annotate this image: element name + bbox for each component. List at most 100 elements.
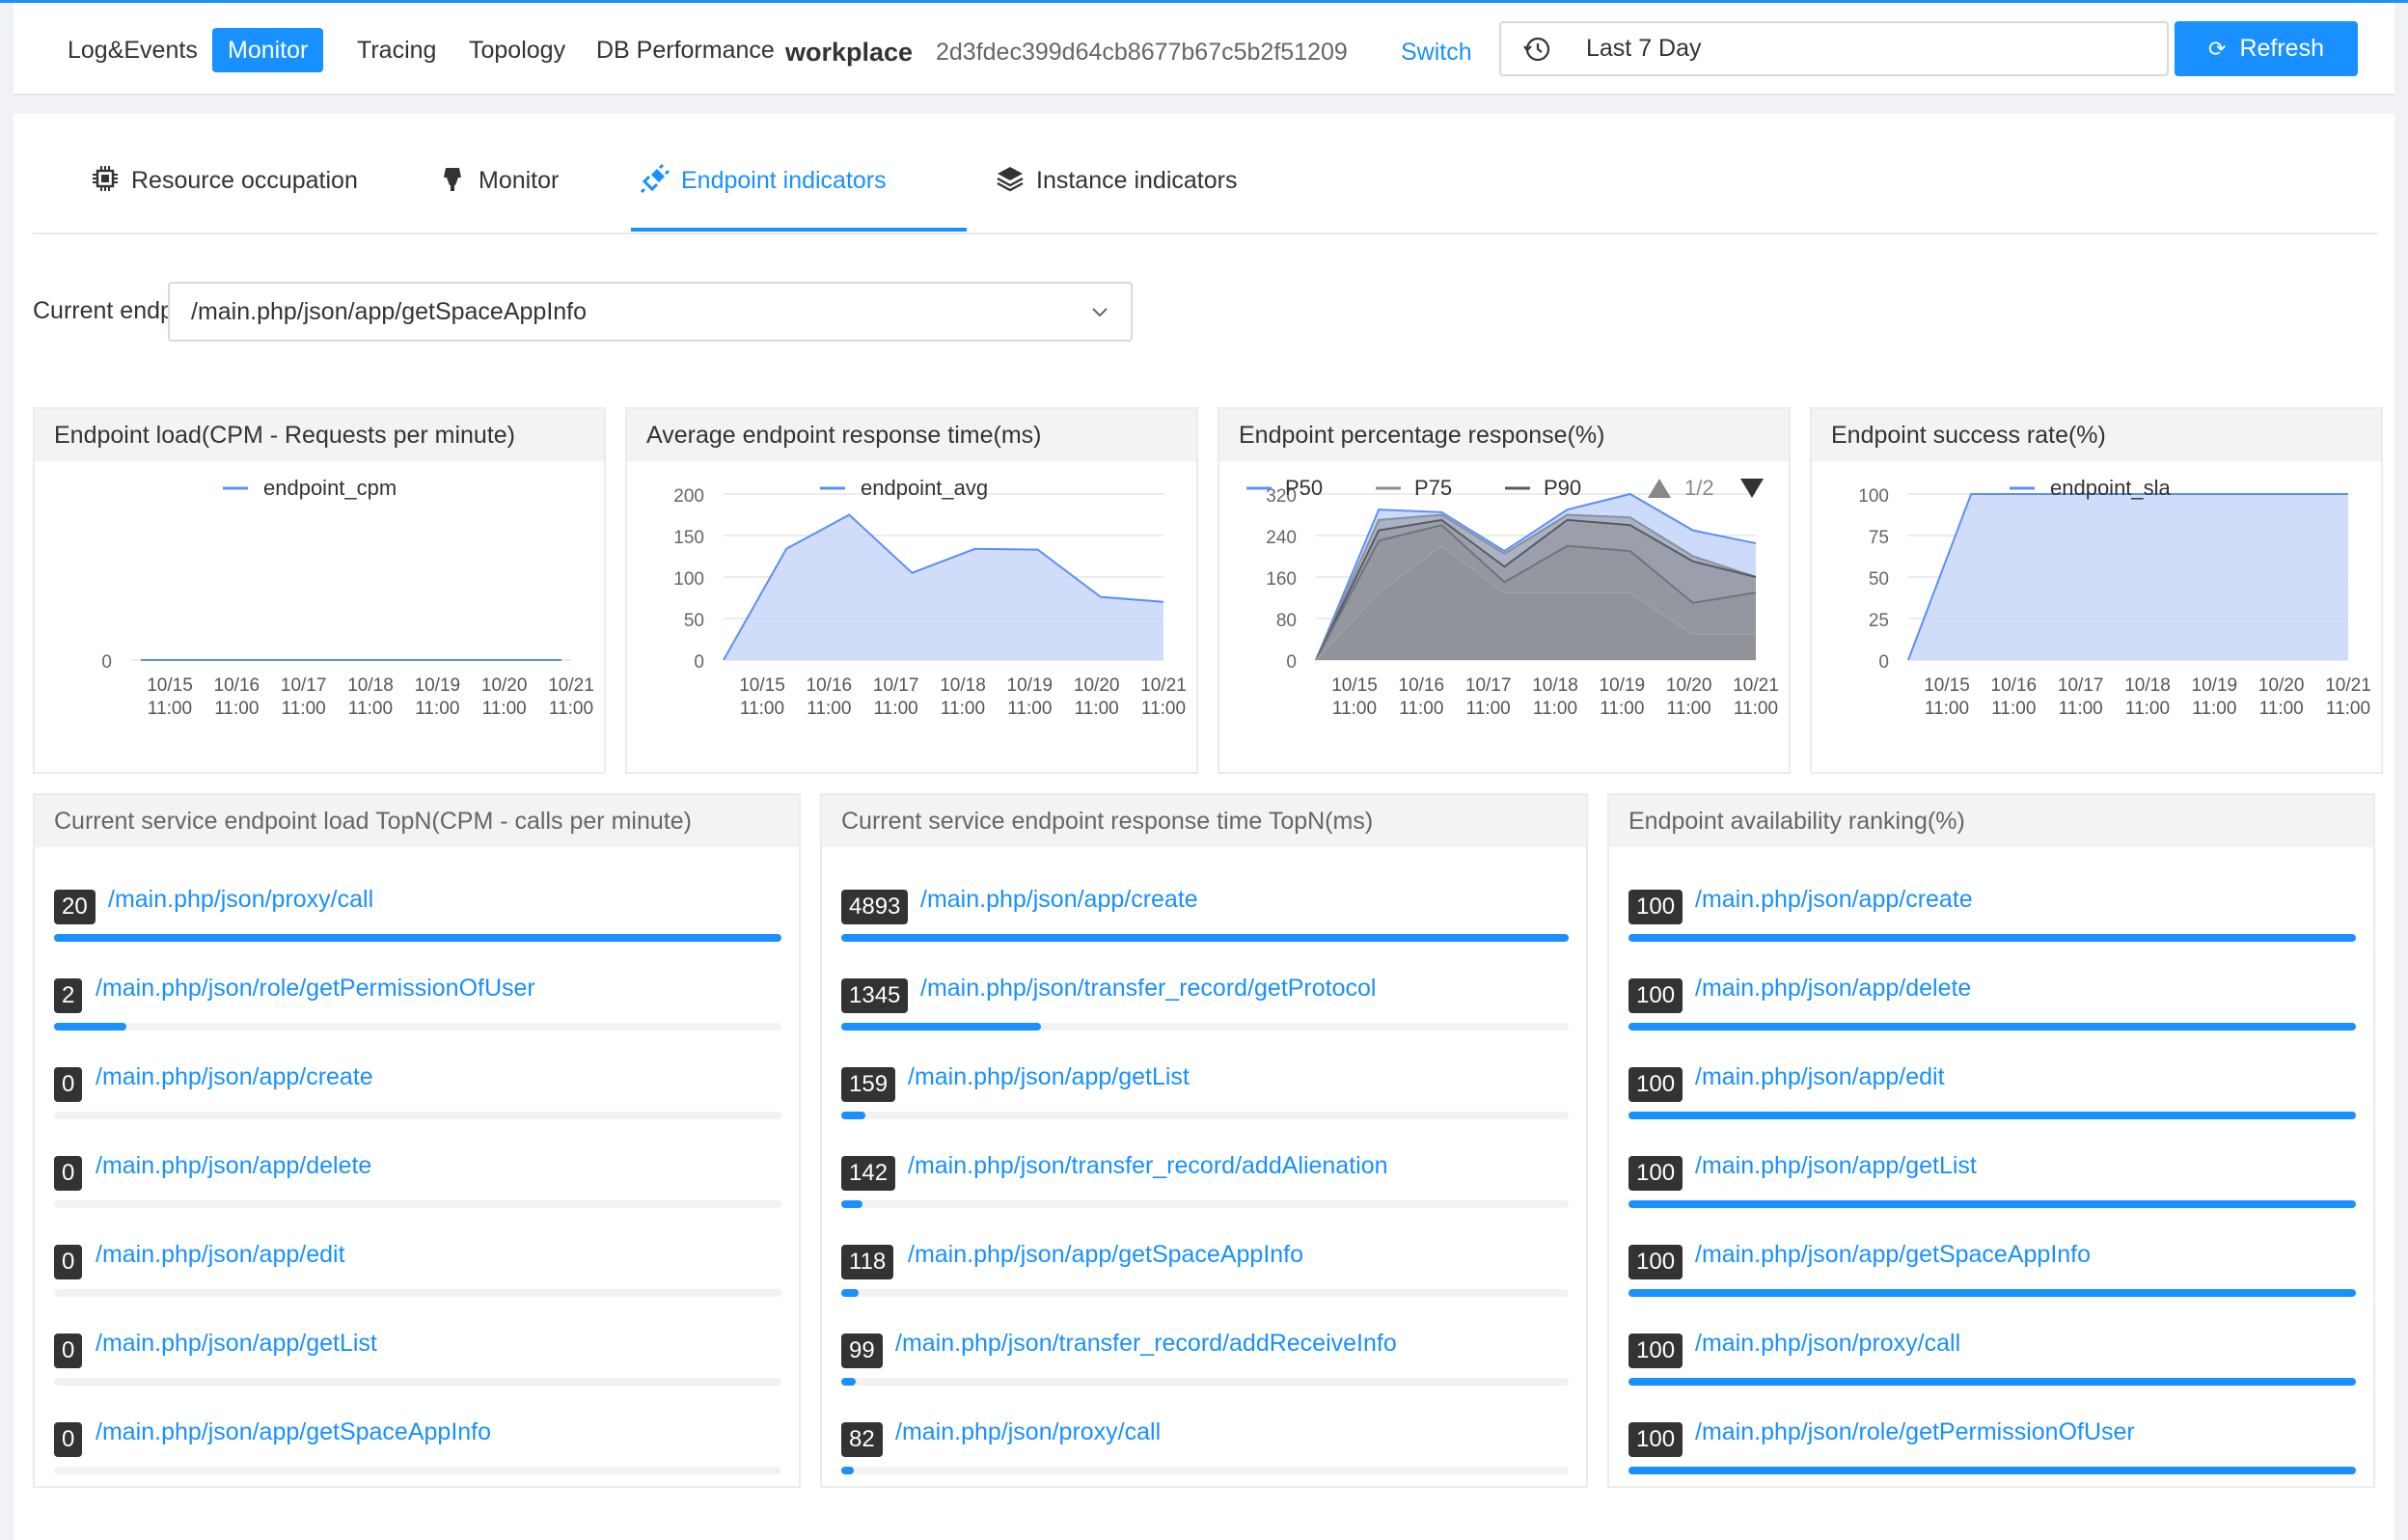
x-tick-label: 11:00	[1075, 699, 1119, 719]
x-tick-label: 11:00	[1466, 699, 1511, 719]
plug-icon	[641, 164, 670, 193]
x-tick-label: 10/15	[1924, 675, 1970, 696]
ranking-bar-fill	[841, 1467, 854, 1474]
x-tick-label: 10/20	[1666, 675, 1712, 696]
refresh-button[interactable]: ⟳ Refresh	[2175, 21, 2358, 76]
ranking-bar-track	[54, 934, 781, 942]
tab-endpoint-indicators[interactable]: Endpoint indicators	[641, 164, 887, 234]
ranking-value-badge: 0	[54, 1334, 83, 1368]
x-tick-label: 10/18	[1532, 675, 1578, 696]
ranking-endpoint-link[interactable]: /main.php/json/app/edit	[1695, 1063, 1945, 1091]
chart-title: Endpoint percentage response(%)	[1219, 409, 1789, 461]
ranking-bar-track	[1628, 1023, 2356, 1031]
ranking-bar-fill	[841, 934, 1569, 942]
ranking-endpoint-link[interactable]: /main.php/json/role/getPermissionOfUser	[1695, 1418, 2135, 1446]
workplace-label: workplace	[785, 38, 914, 67]
ranking-value-badge: 100	[1628, 978, 1683, 1013]
active-tab-indicator	[631, 228, 967, 232]
ranking-endpoint-link[interactable]: /main.php/json/app/delete	[96, 1152, 371, 1180]
ranking-bar-track	[841, 1200, 1569, 1208]
y-tick-label: 25	[1869, 611, 1889, 631]
ranking-value-badge: 0	[54, 1067, 83, 1102]
legend-label: P90	[1544, 476, 1581, 500]
ranking-endpoint-link[interactable]: /main.php/json/app/create	[1695, 886, 1973, 914]
ranking-row: 0/main.php/json/app/getSpaceAppInfo	[52, 1405, 785, 1494]
nav-monitor[interactable]: Monitor	[212, 28, 324, 72]
tab-monitor[interactable]: Monitor	[438, 164, 559, 234]
x-tick-label: 10/20	[481, 675, 528, 696]
ranking-endpoint-link[interactable]: /main.php/json/app/getSpaceAppInfo	[96, 1418, 491, 1446]
x-tick-label: 10/16	[1991, 675, 2038, 696]
date-range-value: Last 7 Day	[1586, 35, 1702, 62]
ranking-endpoint-link[interactable]: /main.php/json/app/getList	[1695, 1152, 1977, 1180]
ranking-endpoint-link[interactable]: /main.php/json/transfer_record/addReceiv…	[895, 1330, 1397, 1358]
ranking-endpoint-link[interactable]: /main.php/json/transfer_record/getProtoc…	[920, 975, 1376, 1003]
x-tick-label: 11:00	[1600, 699, 1644, 719]
ranking-row: 100/main.php/json/role/getPermissionOfUs…	[1627, 1405, 2360, 1494]
tab-instance-indicators[interactable]: Instance indicators	[996, 164, 1237, 234]
x-tick-label: 11:00	[874, 699, 918, 719]
x-tick-label: 11:00	[214, 699, 259, 719]
ranking-endpoint-link[interactable]: /main.php/json/proxy/call	[1695, 1330, 1960, 1358]
ranking-bar-fill	[54, 934, 781, 942]
x-tick-label: 10/15	[1331, 675, 1378, 696]
ranking-row: 100/main.php/json/app/getSpaceAppInfo	[1627, 1227, 2360, 1316]
ranking-endpoint-link[interactable]: /main.php/json/app/getSpaceAppInfo	[1695, 1241, 2091, 1269]
y-tick-label: 200	[673, 486, 704, 507]
x-tick-label: 11:00	[1667, 699, 1711, 719]
endpoint-select[interactable]: /main.php/json/app/getSpaceAppInfo	[168, 282, 1133, 342]
switch-link[interactable]: Switch	[1401, 30, 1472, 74]
ranking-bar-fill	[841, 1112, 865, 1119]
ranking-endpoint-link[interactable]: /main.php/json/proxy/call	[895, 1418, 1161, 1446]
chart-card-avg-response: Average endpoint response time(ms) 0 50 10…	[625, 407, 1198, 774]
ranking-endpoint-link[interactable]: /main.php/json/app/getList	[908, 1063, 1190, 1091]
ranking-bar-fill	[1628, 1112, 2356, 1119]
x-tick-label: 10/17	[873, 675, 919, 696]
ranking-card-availability: Endpoint availability ranking(%) 100/mai…	[1607, 793, 2375, 1488]
ranking-endpoint-link[interactable]: /main.php/json/app/getList	[96, 1330, 377, 1358]
y-tick-label: 240	[1266, 528, 1297, 548]
ranking-endpoint-link[interactable]: /main.php/json/app/create	[96, 1063, 373, 1091]
chevron-down-icon	[1092, 308, 1108, 317]
x-tick-label: 10/15	[739, 675, 785, 696]
nav-tracing[interactable]: Tracing	[342, 28, 452, 72]
ranking-bar-track	[1628, 934, 2356, 942]
refresh-icon: ⟳	[2208, 37, 2227, 61]
x-tick-label: 11:00	[2326, 699, 2370, 719]
x-tick-label: 10/20	[1074, 675, 1120, 696]
ranking-endpoint-link[interactable]: /main.php/json/proxy/call	[108, 886, 373, 914]
x-tick-label: 10/16	[1399, 675, 1445, 696]
x-tick-label: 11:00	[482, 699, 527, 719]
nav-log-events[interactable]: Log&Events	[52, 28, 213, 72]
x-tick-label: 11:00	[348, 699, 393, 719]
series-area	[1908, 494, 2348, 660]
ranking-value-badge: 100	[1628, 1334, 1683, 1368]
gauge-icon	[444, 168, 461, 191]
ranking-endpoint-link[interactable]: /main.php/json/app/delete	[1695, 975, 1971, 1003]
ranking-endpoint-link[interactable]: /main.php/json/app/edit	[96, 1241, 345, 1269]
y-tick-label: 0	[694, 652, 704, 673]
legend-prev-icon[interactable]	[1648, 479, 1671, 498]
x-tick-label: 11:00	[1734, 699, 1778, 719]
y-tick-label: 100	[673, 569, 704, 590]
ranking-bar-track	[841, 1467, 1569, 1474]
legend-label: endpoint_cpm	[263, 476, 397, 500]
ranking-endpoint-link[interactable]: /main.php/json/role/getPermissionOfUser	[96, 975, 535, 1003]
legend-next-icon[interactable]	[1740, 479, 1764, 498]
ranking-row: 1345/main.php/json/transfer_record/getPr…	[839, 961, 1573, 1050]
date-range-picker[interactable]: Last 7 Day	[1499, 21, 2169, 76]
ranking-endpoint-link[interactable]: /main.php/json/transfer_record/addAliena…	[908, 1152, 1388, 1180]
ranking-endpoint-link[interactable]: /main.php/json/app/getSpaceAppInfo	[908, 1241, 1303, 1269]
y-tick-label: 100	[1858, 486, 1889, 507]
nav-topology[interactable]: Topology	[453, 28, 581, 72]
chart-title: Average endpoint response time(ms)	[627, 409, 1196, 461]
x-tick-label: 11:00	[1007, 699, 1052, 719]
x-tick-label: 10/17	[281, 675, 327, 696]
ranking-bar-track	[841, 934, 1569, 942]
ranking-value-badge: 100	[1628, 1245, 1683, 1279]
ranking-bar-track	[1628, 1467, 2356, 1474]
tab-resource-occupation[interactable]: Resource occupation	[91, 164, 358, 234]
nav-db-performance[interactable]: DB Performance	[581, 28, 790, 72]
ranking-endpoint-link[interactable]: /main.php/json/app/create	[920, 886, 1198, 914]
ranking-bar-fill	[1628, 1200, 2356, 1208]
